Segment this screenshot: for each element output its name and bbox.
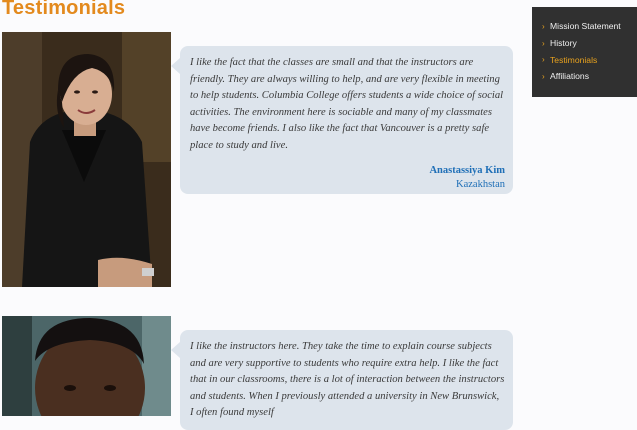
chevron-right-icon: › xyxy=(542,71,545,81)
side-nav-label: Affiliations xyxy=(550,71,590,82)
student-portrait-image xyxy=(2,32,171,287)
chevron-right-icon: › xyxy=(542,38,545,48)
testimonial-card: I like the fact that the classes are sma… xyxy=(2,32,517,288)
page-title: Testimonials xyxy=(2,0,126,19)
side-nav-item-testimonials[interactable]: › Testimonials xyxy=(542,51,637,68)
testimonial-card: I like the instructors here. They take t… xyxy=(2,316,517,430)
side-nav-item-mission-statement[interactable]: › Mission Statement xyxy=(542,18,637,35)
side-nav-item-affiliations[interactable]: › Affiliations xyxy=(542,68,637,85)
student-portrait-image xyxy=(2,316,171,416)
student-photo xyxy=(2,32,171,287)
testimonial-quote-box: I like the fact that the classes are sma… xyxy=(171,46,513,194)
testimonial-quote: I like the instructors here. They take t… xyxy=(190,341,505,419)
side-nav-label: Testimonials xyxy=(550,54,598,65)
testimonial-quote: I like the fact that the classes are sma… xyxy=(190,57,504,151)
side-nav-label: History xyxy=(550,38,577,49)
side-nav-label: Mission Statement xyxy=(550,21,621,32)
testimonial-author-country: Kazakhstan xyxy=(456,178,505,190)
student-photo xyxy=(2,316,171,416)
chevron-right-icon: › xyxy=(542,21,545,31)
testimonial-quote-box: I like the instructors here. They take t… xyxy=(171,330,513,430)
about-side-nav: › Mission Statement › History › Testimon… xyxy=(532,7,637,97)
testimonial-author-name: Anastassiya Kim xyxy=(429,164,505,176)
chevron-right-icon: › xyxy=(542,55,545,65)
side-nav-item-history[interactable]: › History xyxy=(542,35,637,52)
